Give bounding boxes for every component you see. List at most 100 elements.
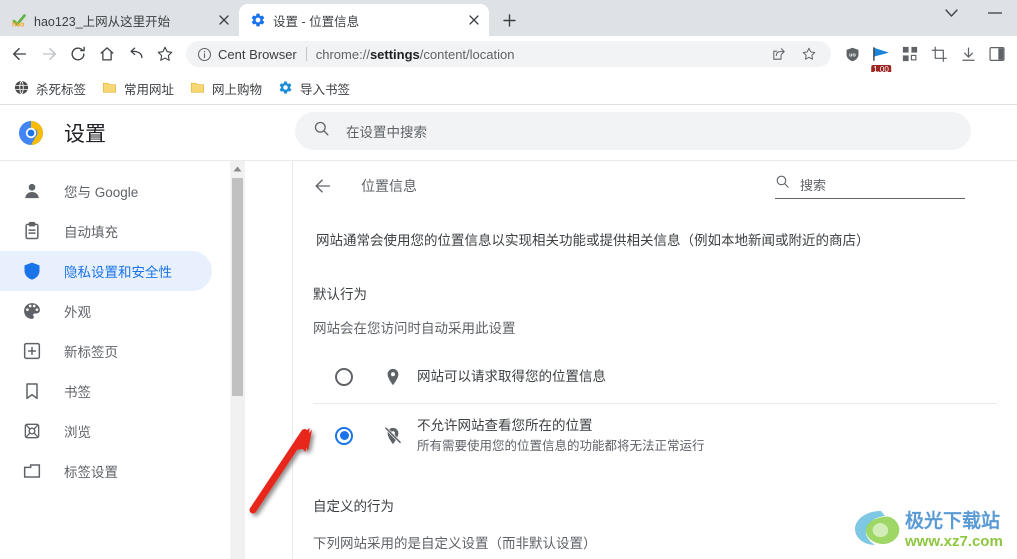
globe-dark-icon	[14, 80, 30, 96]
window-controls	[929, 0, 1017, 36]
location-intro-text: 网站通常会使用您的位置信息以实现相关功能或提供相关信息（例如本地新闻或附近的商店…	[316, 233, 870, 248]
browser-tab-settings[interactable]: 设置 - 位置信息	[239, 4, 489, 36]
gear-blue-icon	[278, 80, 294, 96]
star-icon[interactable]	[795, 40, 823, 68]
sidebar-item-label: 隐私设置和安全性	[64, 265, 172, 280]
bookmark-label: 杀死标签	[36, 82, 87, 97]
omnibox-divider	[305, 47, 307, 61]
radio-button-checked[interactable]	[335, 426, 353, 445]
home-icon[interactable]	[93, 40, 121, 68]
svg-text:uo: uo	[849, 52, 856, 58]
download-icon[interactable]	[954, 40, 982, 68]
gear-icon	[250, 12, 266, 28]
sidebar-scrollbar[interactable]	[230, 161, 245, 559]
radio-option-label: 网站可以请求取得您的位置信息	[417, 369, 606, 385]
search-icon	[313, 120, 330, 142]
tab-title: 设置 - 位置信息	[273, 14, 360, 29]
settings-sidebar: 您与 Google 自动填充 隐私设置和安全性 外观 新标签页 书签 浏览 标签…	[0, 161, 230, 559]
content-search-input[interactable]: 搜索	[775, 174, 965, 199]
chrome-settings-logo	[18, 120, 44, 146]
crop-tool-icon[interactable]	[925, 40, 953, 68]
apps-grid-icon[interactable]	[896, 40, 924, 68]
custom-behavior-subtext: 下列网站采用的是自定义设置（而非默认设置）	[313, 535, 597, 551]
location-pin-off-icon	[383, 426, 403, 446]
default-behavior-radio-group: 网站可以请求取得您的位置信息 不允许网站查看您所在的位置 所有需要使用您的位置信…	[313, 357, 997, 464]
browser-brand-label: Cent Browser	[218, 46, 297, 62]
arrow-left-icon[interactable]	[311, 174, 335, 198]
flag-extension-icon[interactable]: 1.00	[867, 40, 895, 74]
content-header: 位置信息 搜索	[293, 161, 1017, 211]
browser-toolbar: Cent Browser chrome://settings/content/l…	[0, 36, 1017, 74]
bookmarks-bar: 杀死标签 常用网址 网上购物 导入书签	[0, 72, 1017, 105]
reload-icon[interactable]	[64, 40, 92, 68]
chevron-down-icon[interactable]	[929, 0, 973, 26]
sidebar-item-privacy-security[interactable]: 隐私设置和安全性	[0, 251, 212, 291]
browser-tab-hao123[interactable]: hao hao123_上网从这里开始	[0, 4, 239, 36]
browse-icon	[22, 421, 42, 441]
share-icon[interactable]	[765, 40, 793, 68]
bookmark-item-0[interactable]: 杀死标签	[6, 75, 94, 102]
url-prefix: chrome://	[315, 46, 370, 62]
radio-option-label: 不允许网站查看您所在的位置	[417, 418, 593, 434]
radio-button-unchecked[interactable]	[335, 368, 353, 387]
ublock-origin-icon[interactable]: uo	[838, 40, 866, 68]
minimize-icon[interactable]	[973, 0, 1017, 26]
sidebar-item-label: 书签	[64, 385, 91, 400]
content-body: 网站通常会使用您的位置信息以实现相关功能或提供相关信息（例如本地新闻或附近的商店…	[293, 211, 1017, 552]
new-tab-button[interactable]	[495, 6, 523, 34]
sidebar-item-label: 浏览	[64, 425, 91, 440]
tab-settings-icon	[22, 461, 42, 481]
bookmark-icon	[22, 381, 42, 401]
palette-icon	[22, 301, 42, 321]
radio-option-texts: 网站可以请求取得您的位置信息	[417, 367, 606, 387]
bookmark-label: 网上购物	[212, 82, 263, 97]
side-panel-icon[interactable]	[983, 40, 1011, 68]
clipboard-icon	[22, 221, 42, 241]
url-host: settings	[369, 46, 420, 62]
content-search-placeholder: 搜索	[800, 178, 827, 193]
scrollbar-thumb[interactable]	[232, 178, 243, 396]
sidebar-item-bookmarks[interactable]: 书签	[0, 371, 212, 411]
sidebar-item-new-tab-page[interactable]: 新标签页	[0, 331, 212, 371]
settings-search-input[interactable]: 在设置中搜索	[295, 112, 971, 150]
address-bar[interactable]: Cent Browser chrome://settings/content/l…	[186, 41, 831, 67]
settings-search-placeholder: 在设置中搜索	[346, 125, 427, 140]
sidebar-item-tab-settings[interactable]: 标签设置	[0, 451, 212, 491]
sidebar-item-appearance[interactable]: 外观	[0, 291, 212, 331]
info-circle-icon[interactable]	[194, 44, 214, 64]
custom-behavior-section: 自定义的行为 下列网站采用的是自定义设置（而非默认设置）	[313, 495, 997, 552]
svg-text:hao: hao	[12, 22, 24, 29]
content-title: 位置信息	[361, 178, 417, 194]
url-path: /content/location	[419, 46, 515, 62]
bookmark-item-1[interactable]: 常用网址	[94, 75, 182, 102]
search-icon	[775, 174, 790, 194]
settings-content-panel: 位置信息 搜索 网站通常会使用您的位置信息以实现相关功能或提供相关信息（例如本地…	[293, 161, 1017, 559]
sidebar-item-you-and-google[interactable]: 您与 Google	[0, 171, 212, 211]
new-tab-page-icon	[22, 341, 42, 361]
sidebar-item-label: 新标签页	[64, 345, 118, 360]
sidebar-item-browse[interactable]: 浏览	[0, 411, 212, 451]
radio-option-block[interactable]: 不允许网站查看您所在的位置 所有需要使用您的位置信息的功能都将无法正常运行	[313, 403, 997, 464]
bookmark-star-icon[interactable]	[151, 40, 179, 68]
tab-title: hao123_上网从这里开始	[34, 14, 171, 29]
folder-icon	[190, 80, 206, 96]
bookmark-item-3[interactable]: 导入书签	[270, 75, 358, 102]
person-icon	[22, 181, 42, 201]
close-icon[interactable]	[465, 11, 483, 29]
close-icon[interactable]	[215, 11, 233, 29]
omnibox-actions	[765, 40, 823, 68]
location-pin-icon	[383, 367, 403, 387]
forward-icon[interactable]	[35, 40, 63, 68]
sidebar-item-label: 您与 Google	[64, 185, 139, 200]
sidebar-item-label: 外观	[64, 305, 91, 320]
sidebar-item-autofill[interactable]: 自动填充	[0, 211, 212, 251]
undo-icon[interactable]	[122, 40, 150, 68]
shield-icon	[22, 261, 42, 281]
back-icon[interactable]	[6, 40, 34, 68]
radio-option-allow[interactable]: 网站可以请求取得您的位置信息	[313, 357, 997, 397]
bookmark-label: 导入书签	[300, 82, 351, 97]
bookmark-label: 常用网址	[124, 82, 175, 97]
bookmark-item-2[interactable]: 网上购物	[182, 75, 270, 102]
scroll-up-arrow-icon[interactable]	[230, 161, 245, 176]
custom-behavior-heading: 自定义的行为	[313, 498, 394, 514]
